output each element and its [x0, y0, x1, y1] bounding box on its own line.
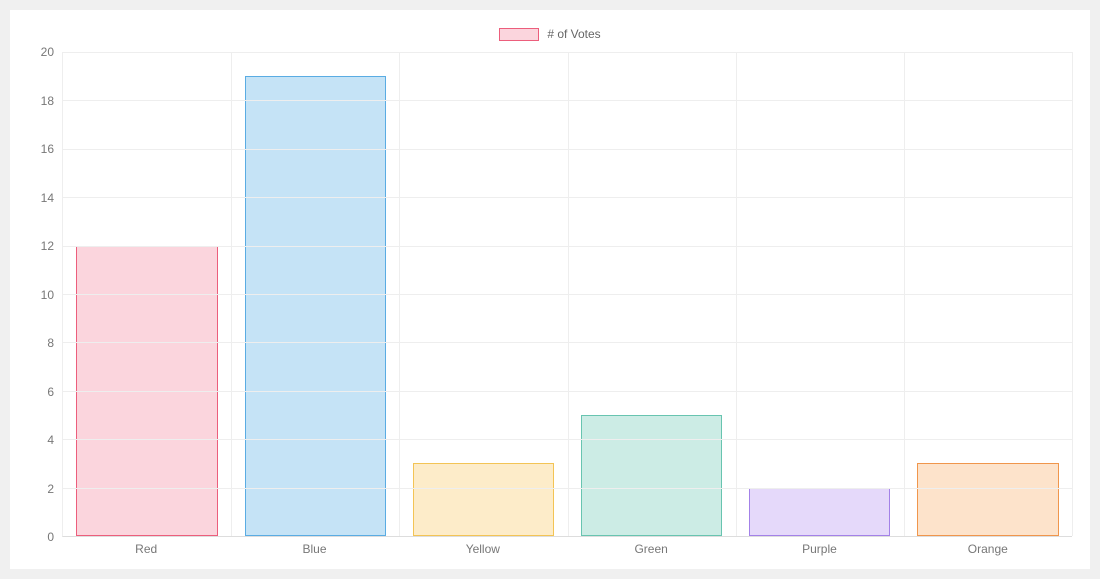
legend-label: # of Votes [547, 27, 600, 41]
vertical-gridline [736, 52, 737, 536]
y-tick-label: 2 [47, 483, 54, 495]
x-tick-label: Red [62, 537, 230, 559]
plot-column: RedBlueYellowGreenPurpleOrange [62, 52, 1072, 559]
y-tick-label: 4 [47, 434, 54, 446]
plot-area[interactable] [62, 52, 1072, 537]
vertical-gridline [1072, 52, 1073, 536]
x-tick-label: Blue [230, 537, 398, 559]
bar-green[interactable] [581, 415, 722, 536]
chart-container: # of Votes 0 2 4 6 8 10 12 14 16 18 20 RedBlueYell… [0, 0, 1100, 579]
bar-orange[interactable] [917, 463, 1058, 536]
y-tick-label: 12 [41, 240, 54, 252]
x-tick-label: Orange [904, 537, 1072, 559]
y-tick-label: 6 [47, 386, 54, 398]
y-tick-label: 18 [41, 95, 54, 107]
vertical-gridline [231, 52, 232, 536]
y-axis: 02468101214161820 [28, 52, 62, 559]
bar-yellow[interactable] [413, 463, 554, 536]
legend: # of Votes [28, 22, 1072, 46]
chart-card: # of Votes 0 2 4 6 8 10 12 14 16 18 20 RedBlueYell… [10, 10, 1090, 569]
y-tick-label: 14 [41, 192, 54, 204]
y-tick-label: 16 [41, 143, 54, 155]
bar-blue[interactable] [245, 76, 386, 536]
y-tick-label: 20 [41, 46, 54, 58]
x-tick-label: Green [567, 537, 735, 559]
y-tick-label: 8 [47, 337, 54, 349]
y-tick-label: 10 [41, 289, 54, 301]
vertical-gridline [904, 52, 905, 536]
x-axis: RedBlueYellowGreenPurpleOrange [62, 537, 1072, 559]
vertical-gridline [568, 52, 569, 536]
legend-swatch [499, 28, 539, 41]
legend-item-votes[interactable]: # of Votes [499, 27, 600, 41]
plot-wrap: 02468101214161820 RedBlueYellowGreenPurp… [28, 52, 1072, 559]
x-tick-label: Yellow [399, 537, 567, 559]
bar-purple[interactable] [749, 488, 890, 536]
vertical-gridline [399, 52, 400, 536]
x-tick-label: Purple [735, 537, 903, 559]
y-tick-label: 0 [47, 531, 54, 543]
